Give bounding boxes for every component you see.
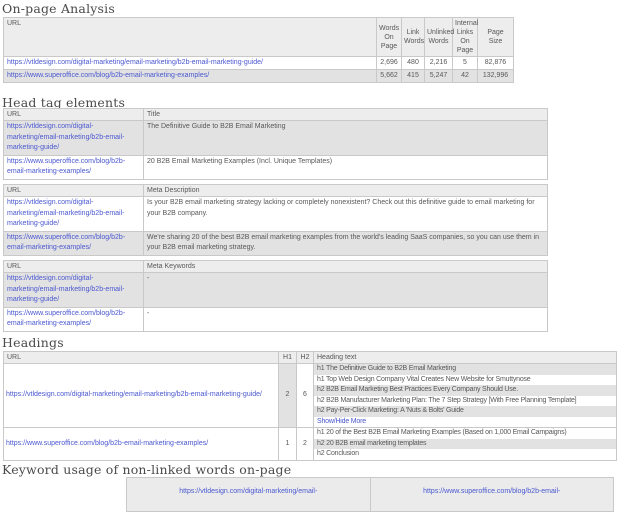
- meta-keywords-table: URL Meta Keywords https://vtldesign.com/…: [3, 260, 548, 332]
- link-words-value: 415: [401, 69, 425, 83]
- url-column-header: https://vtldesign.com/digital-marketing/…: [126, 477, 371, 512]
- url-cell: https://www.superoffice.com/blog/b2b-ema…: [3, 306, 144, 332]
- title-value: 20 B2B Email Marketing Examples (Incl. U…: [143, 154, 548, 180]
- h2-count: 2: [296, 427, 314, 461]
- heading-line: h2 Conclusion: [317, 450, 359, 457]
- url-cell: https://vtldesign.com/digital-marketing/…: [3, 272, 144, 308]
- superoffice-url-link[interactable]: https://www.superoffice.com/blog/b2b-ema…: [7, 310, 125, 328]
- link-words-value: 480: [401, 56, 425, 70]
- url-cell: https://www.superoffice.com/blog/b2b-ema…: [3, 427, 279, 461]
- heading-line: Show/Hide More: [314, 417, 616, 428]
- heading-line: h1 Top Web Design Company Vital Creates …: [317, 375, 531, 383]
- col-meta-description: Meta Description: [143, 184, 548, 197]
- superoffice-url-link[interactable]: https://www.superoffice.com/blog/b2b-ema…: [423, 488, 560, 495]
- table-row: https://vtldesign.com/digital-marketing/…: [3, 120, 548, 156]
- url-cell: https://vtldesign.com/digital-marketing/…: [3, 56, 377, 70]
- onpage-analysis-title: On-page Analysis: [2, 1, 115, 16]
- superoffice-url-link[interactable]: https://www.superoffice.com/blog/b2b-ema…: [7, 72, 209, 79]
- heading-line: h2 20 B2B email marketing templates: [314, 438, 616, 449]
- col-title: Title: [143, 108, 548, 121]
- url-cell: https://vtldesign.com/digital-marketing/…: [3, 120, 144, 156]
- unlinked-words-value: 5,247: [424, 69, 453, 83]
- table-row: https://vtldesign.com/digital-marketing/…: [3, 196, 548, 232]
- url-cell: https://vtldesign.com/digital-marketing/…: [3, 196, 144, 232]
- table-row: https://vtldesign.com/digital-marketing/…: [3, 363, 617, 428]
- col-page-size: Page Size: [477, 17, 514, 57]
- page-size-value: 82,876: [477, 56, 514, 70]
- title-value: The Definitive Guide to B2B Email Market…: [143, 120, 548, 156]
- h1-count: 1: [278, 427, 297, 461]
- h2-count: 6: [296, 363, 314, 428]
- heading-text-cell: h1 20 of the Best B2B Email Marketing Ex…: [313, 427, 617, 461]
- col-url: URL: [3, 351, 279, 364]
- table-row: https://www.superoffice.com/blog/b2b-ema…: [3, 427, 617, 461]
- col-words-on-page: Words On Page: [376, 17, 402, 57]
- col-internal-links: Internal Links On Page: [452, 17, 478, 57]
- url-cell: https://www.superoffice.com/blog/b2b-ema…: [3, 230, 144, 256]
- table-row: https://www.superoffice.com/blog/b2b-ema…: [3, 306, 548, 332]
- h1-count: 2: [278, 363, 297, 428]
- heading-line: h1 20 of the Best B2B Email Marketing Ex…: [317, 429, 567, 436]
- keyword-usage-table: https://vtldesign.com/digital-marketing/…: [126, 477, 614, 512]
- internal-links-value: 42: [452, 69, 478, 83]
- url-cell: https://vtldesign.com/digital-marketing/…: [3, 363, 279, 428]
- heading-line: h2 B2B Manufacturer Marketing Plan: The …: [317, 396, 577, 404]
- heading-line: h1 The Definitive Guide to B2B Email Mar…: [314, 364, 616, 375]
- headings-title: Headings: [2, 335, 64, 350]
- meta-description-header-row: URL Meta Description: [3, 184, 548, 197]
- keyword-usage-header-row: https://vtldesign.com/digital-marketing/…: [126, 477, 614, 512]
- col-unlinked-words: Unlinked Words: [424, 17, 454, 57]
- heading-line: h2 Pay-Per-Click Marketing: A 'Nuts & Bo…: [314, 406, 616, 417]
- table-row: https://vtldesign.com/digital-marketing/…: [3, 272, 548, 308]
- col-url: URL: [3, 17, 377, 57]
- vtldesign-url-link[interactable]: https://vtldesign.com/digital-marketing/…: [7, 275, 125, 303]
- vtldesign-url-link[interactable]: https://vtldesign.com/digital-marketing/…: [179, 488, 317, 495]
- superoffice-url-link[interactable]: https://www.superoffice.com/blog/b2b-ema…: [7, 234, 125, 252]
- meta-description-value: We're sharing 20 of the best B2B email m…: [143, 230, 548, 256]
- col-url: URL: [3, 184, 144, 197]
- internal-links-value: 5: [452, 56, 478, 70]
- keyword-usage-title: Keyword usage of non-linked words on-pag…: [2, 462, 292, 477]
- table-row: https://vtldesign.com/digital-marketing/…: [3, 56, 514, 70]
- words-on-page-value: 2,696: [376, 56, 402, 70]
- col-link-words: Link Words: [401, 17, 425, 57]
- unlinked-words-value: 2,216: [424, 56, 453, 70]
- col-url: URL: [3, 108, 144, 121]
- headings-table: URL H1 H2 Heading text https://vtldesign…: [3, 351, 617, 461]
- vtldesign-url-link[interactable]: https://vtldesign.com/digital-marketing/…: [6, 391, 262, 398]
- title-table: URL Title https://vtldesign.com/digital-…: [3, 108, 548, 180]
- meta-description-table: URL Meta Description https://vtldesign.c…: [3, 184, 548, 256]
- meta-keywords-value: -: [143, 306, 548, 332]
- vtldesign-url-link[interactable]: https://vtldesign.com/digital-marketing/…: [7, 123, 125, 151]
- words-on-page-value: 5,662: [376, 69, 402, 83]
- onpage-analysis-table: URL Words On Page Link Words Unlinked Wo…: [3, 17, 514, 83]
- superoffice-url-link[interactable]: https://www.superoffice.com/blog/b2b-ema…: [6, 440, 208, 447]
- meta-keywords-header-row: URL Meta Keywords: [3, 260, 548, 273]
- page-size-value: 132,996: [477, 69, 514, 83]
- url-column-header: https://www.superoffice.com/blog/b2b-ema…: [369, 477, 614, 512]
- title-table-header-row: URL Title: [3, 108, 548, 121]
- url-cell: https://www.superoffice.com/blog/b2b-ema…: [3, 69, 377, 83]
- heading-line: h2 B2B Email Marketing Best Practices Ev…: [314, 385, 616, 396]
- col-heading-text: Heading text: [313, 351, 617, 364]
- superoffice-url-link[interactable]: https://www.superoffice.com/blog/b2b-ema…: [7, 158, 125, 176]
- headings-header-row: URL H1 H2 Heading text: [3, 351, 617, 364]
- col-url: URL: [3, 260, 144, 273]
- url-cell: https://www.superoffice.com/blog/b2b-ema…: [3, 154, 144, 180]
- col-h2: H2: [296, 351, 314, 364]
- meta-description-value: Is your B2B email marketing strategy lac…: [143, 196, 548, 232]
- vtldesign-url-link[interactable]: https://vtldesign.com/digital-marketing/…: [7, 59, 263, 66]
- heading-text-cell: h1 The Definitive Guide to B2B Email Mar…: [313, 363, 617, 428]
- col-meta-keywords: Meta Keywords: [143, 260, 548, 273]
- table-row: https://www.superoffice.com/blog/b2b-ema…: [3, 154, 548, 180]
- onpage-header-row: URL Words On Page Link Words Unlinked Wo…: [3, 17, 514, 57]
- vtldesign-url-link[interactable]: https://vtldesign.com/digital-marketing/…: [7, 199, 125, 227]
- table-row: https://www.superoffice.com/blog/b2b-ema…: [3, 69, 514, 83]
- table-row: https://www.superoffice.com/blog/b2b-ema…: [3, 230, 548, 256]
- show-hide-more-link[interactable]: Show/Hide More: [317, 418, 366, 425]
- col-h1: H1: [278, 351, 297, 364]
- meta-keywords-value: -: [143, 272, 548, 308]
